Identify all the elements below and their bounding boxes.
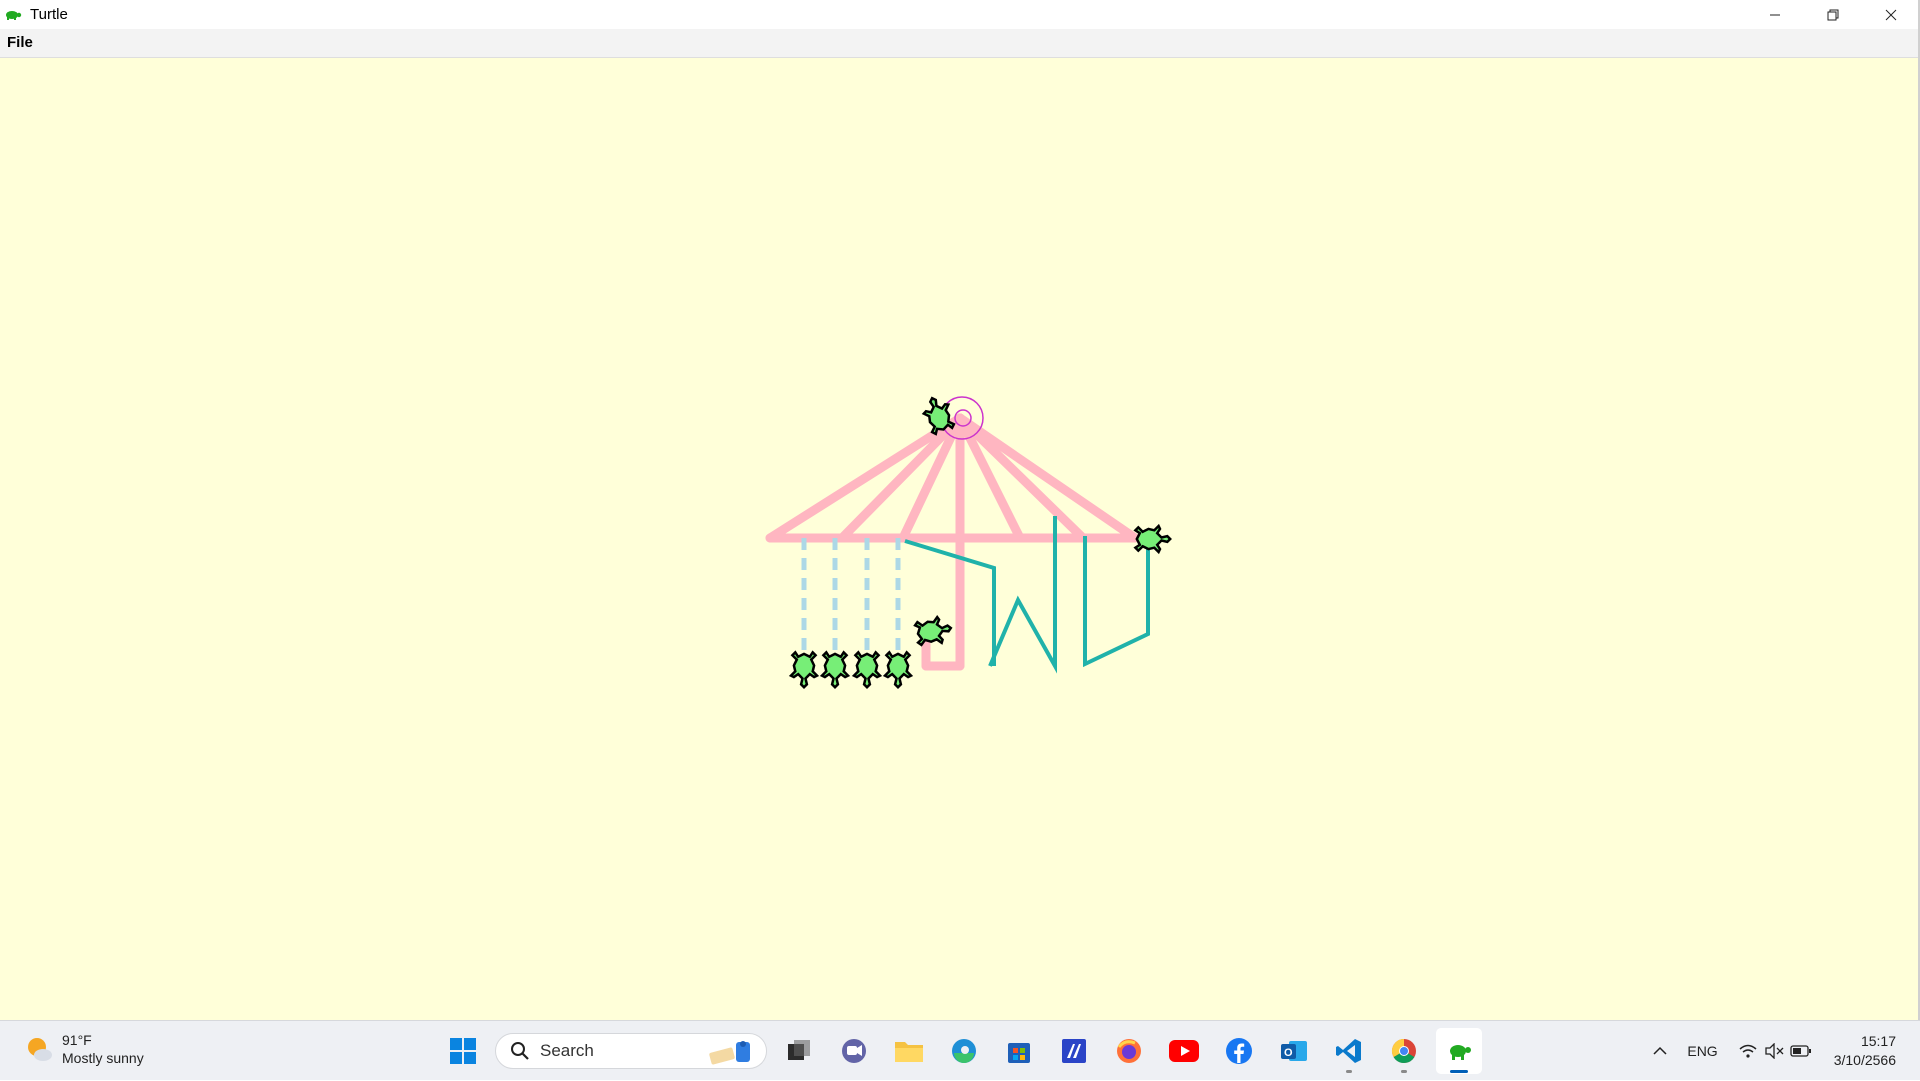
turtle-window: Turtle File: [0, 0, 1920, 1020]
facebook-button[interactable]: [1216, 1028, 1262, 1074]
turtle-shape: [788, 650, 820, 689]
facebook-icon: [1226, 1038, 1252, 1064]
turtle-shape: [913, 614, 953, 647]
youtube-icon: [1169, 1040, 1199, 1062]
turtle-canvas[interactable]: [0, 58, 1920, 1020]
file-explorer-button[interactable]: [886, 1028, 932, 1074]
taskbar: 91°F Mostly sunny Search O ENG 15:17 3/1…: [0, 1020, 1920, 1080]
system-tray: ENG 15:17 3/10/2566: [1653, 1021, 1920, 1081]
chevron-up-icon: [1653, 1046, 1667, 1055]
outlook-icon: O: [1281, 1041, 1307, 1061]
turtle-app-button[interactable]: [1436, 1028, 1482, 1074]
sun-cloud-icon: [28, 1038, 52, 1061]
wifi-icon: [1739, 1044, 1757, 1058]
store-icon: [1008, 1043, 1030, 1063]
start-button[interactable]: [440, 1028, 486, 1074]
minimize-button[interactable]: [1746, 0, 1804, 29]
network-volume-battery[interactable]: [1738, 1043, 1812, 1059]
edge-icon: [952, 1039, 976, 1063]
umbrella-lines: [765, 413, 1140, 671]
show-hidden-icons-button[interactable]: [1653, 1046, 1667, 1056]
search-highlight-icon: [709, 1041, 750, 1065]
turtle-shape: [819, 650, 851, 689]
menu-file[interactable]: File: [0, 29, 40, 57]
turtle-app-icon: [1450, 1045, 1471, 1060]
search-box[interactable]: Search: [495, 1033, 767, 1069]
volume-muted-icon: [1765, 1043, 1784, 1059]
pen-app-button[interactable]: [1051, 1028, 1097, 1074]
chrome-icon: [1391, 1039, 1416, 1064]
pen-app-icon: [1062, 1039, 1086, 1063]
taskbar-apps: Search O: [440, 1027, 1491, 1075]
weather-widget[interactable]: 91°F Mostly sunny: [24, 1031, 144, 1067]
title-bar[interactable]: Turtle: [0, 0, 1920, 29]
weather-temp: 91°F: [62, 1032, 92, 1048]
store-button[interactable]: [996, 1028, 1042, 1074]
restore-button[interactable]: [1804, 0, 1862, 29]
edge-button[interactable]: [941, 1028, 987, 1074]
chrome-button[interactable]: [1381, 1028, 1427, 1074]
close-icon: [1885, 9, 1897, 20]
turtle-app-icon: [4, 8, 22, 22]
youtube-button[interactable]: [1161, 1028, 1207, 1074]
minimize-icon: [1770, 14, 1780, 15]
search-placeholder: Search: [540, 1041, 594, 1060]
language-indicator[interactable]: ENG: [1687, 1043, 1717, 1059]
turtle-shape: [882, 650, 914, 689]
active-indicator: [1450, 1070, 1468, 1073]
chat-button[interactable]: [831, 1028, 877, 1074]
menu-bar: File: [0, 29, 1920, 58]
search-icon: [511, 1042, 529, 1060]
firefox-icon: [1117, 1039, 1141, 1063]
start-icon: [450, 1038, 476, 1064]
restore-icon: [1827, 9, 1839, 20]
weather-condition: Mostly sunny: [62, 1050, 144, 1066]
running-indicator: [1401, 1070, 1407, 1073]
close-button[interactable]: [1862, 0, 1920, 29]
task-view-button[interactable]: [776, 1028, 822, 1074]
turtle-shape: [1133, 523, 1172, 555]
running-indicator: [1346, 1070, 1352, 1073]
dashed-lines: [801, 538, 901, 662]
drawing: [765, 396, 1172, 689]
chat-icon: [842, 1039, 866, 1063]
clock[interactable]: 15:17 3/10/2566: [1834, 1032, 1896, 1070]
file-explorer-icon: [895, 1042, 923, 1062]
task-view-icon: [788, 1040, 810, 1060]
vscode-icon: [1336, 1039, 1361, 1063]
window-title: Turtle: [30, 6, 68, 23]
battery-icon: [1790, 1045, 1811, 1057]
clock-time: 15:17: [1860, 1033, 1896, 1049]
clock-date: 3/10/2566: [1833, 1052, 1896, 1068]
turtle-shape: [851, 650, 883, 689]
firefox-button[interactable]: [1106, 1028, 1152, 1074]
svg-text:O: O: [1284, 1047, 1293, 1059]
outlook-button[interactable]: O: [1271, 1028, 1317, 1074]
vscode-button[interactable]: [1326, 1028, 1372, 1074]
